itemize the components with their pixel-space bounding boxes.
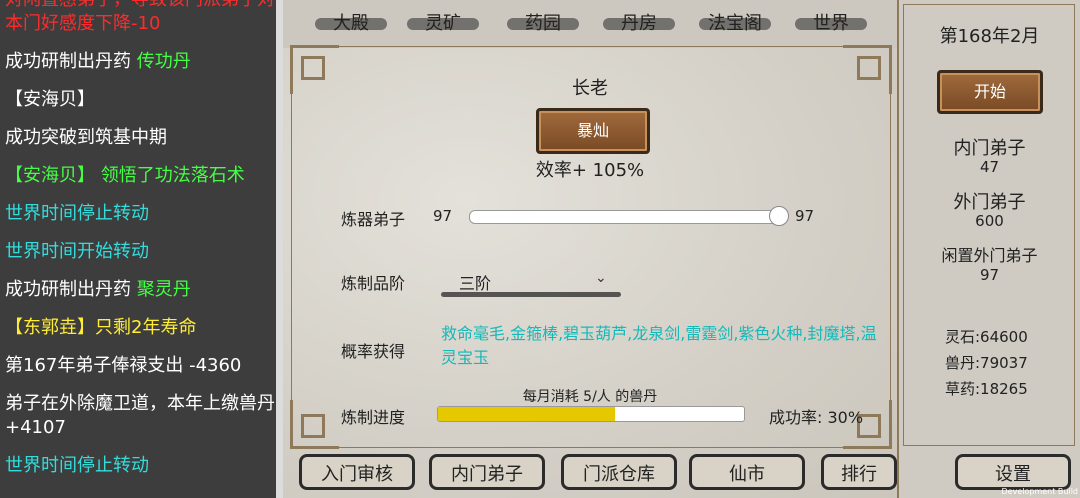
prob-label: 概率获得 <box>341 342 406 361</box>
grade-dropdown[interactable]: 三阶 ⌄ <box>441 268 621 297</box>
success-rate: 成功率: 30% <box>769 408 864 427</box>
log-entry: 成功突破到筑基中期 <box>5 126 277 150</box>
bottom-nav: 入门审核 内门弟子 门派仓库 仙市 排行 <box>283 448 897 498</box>
crafter-slider[interactable] <box>469 210 783 224</box>
elder-button[interactable]: 暴灿 <box>536 108 650 154</box>
immortal-market-button[interactable]: 仙市 <box>689 454 805 490</box>
main-panel: 大殿 灵矿 药园 丹房 法宝阁 世界 长老 暴灿 效率+ 105% 炼器弟子 9… <box>283 0 897 498</box>
log-text: 成功研制出丹药 <box>5 279 137 300</box>
log-entry: 世界时间停止转动 <box>5 454 277 478</box>
log-entry: 弟子在外除魔卫道，本年上缴兽丹 +4107 <box>5 392 277 440</box>
log-text: 第167年弟子俸禄支出 -4360 <box>5 355 242 376</box>
tab-world[interactable]: 世界 <box>791 10 871 38</box>
brush-underline <box>441 292 621 297</box>
log-entry: 成功研制出丹药 聚灵丹 <box>5 278 277 302</box>
log-entry: 成功研制出丹药 传功丹 <box>5 50 277 74</box>
slider-handle[interactable] <box>769 206 789 226</box>
efficiency-text: 效率+ 105% <box>535 160 645 181</box>
progress-fill <box>438 407 616 421</box>
log-entry: 【安海贝】 <box>5 88 277 112</box>
sect-warehouse-button[interactable]: 门派仓库 <box>561 454 677 490</box>
status-panel: 第168年2月 开始 内门弟子 47 外门弟子 600 闲置外门弟子 97 灵石… <box>897 0 1080 498</box>
log-text: 世界时间停止转动 <box>5 455 149 476</box>
herb-count: 草药:18265 <box>945 380 1028 398</box>
monthly-cost: 每月消耗 5/人 的兽丹 <box>522 389 658 405</box>
tab-spirit-mine[interactable]: 灵矿 <box>403 10 483 38</box>
tab-bar: 大殿 灵矿 药园 丹房 法宝阁 世界 <box>283 0 897 48</box>
chevron-down-icon: ⌄ <box>595 270 607 286</box>
log-text: 【安海贝】 <box>5 89 95 110</box>
outer-disciples-count: 600 <box>975 212 1004 230</box>
log-entries: 对闲置感弟子，导致该门派弟子对本门好感度下降-10成功研制出丹药 传功丹【安海贝… <box>5 0 277 492</box>
log-text: 成功研制出丹药 <box>5 51 137 72</box>
log-entry: 【安海贝】 领悟了功法落石术 <box>5 164 277 188</box>
log-entry: 世界时间停止转动 <box>5 202 277 226</box>
crafter-max: 97 <box>795 207 815 225</box>
tab-alchemy-room[interactable]: 丹房 <box>599 10 679 38</box>
inner-disciples-count: 47 <box>979 158 1000 176</box>
outer-disciples-label: 外门弟子 <box>953 192 1026 213</box>
log-entry: 世界时间开始转动 <box>5 240 277 264</box>
elder-title: 长老 <box>572 78 608 99</box>
progress-bar <box>437 406 745 422</box>
tab-main-hall[interactable]: 大殿 <box>311 10 391 38</box>
inner-disciples-button[interactable]: 内门弟子 <box>429 454 545 490</box>
log-text: 传功丹 <box>136 51 191 72</box>
log-entry: 对闲置感弟子，导致该门派弟子对本门好感度下降-10 <box>5 0 277 36</box>
idle-disciples-label: 闲置外门弟子 <box>941 246 1038 265</box>
beast-pill: 兽丹:79037 <box>945 354 1028 372</box>
log-text: 【安海贝】 领悟了功法落石术 <box>5 165 245 186</box>
log-entry: 第167年弟子俸禄支出 -4360 <box>5 354 277 378</box>
log-text: 对闲置感弟子，导致该门派弟子对本门好感度下降-10 <box>5 0 275 34</box>
inner-disciples-label: 内门弟子 <box>953 138 1026 159</box>
frame-corner <box>290 400 339 449</box>
admission-review-button[interactable]: 入门审核 <box>299 454 415 490</box>
log-scrollbar[interactable] <box>276 0 283 498</box>
ranking-button[interactable]: 排行 <box>821 454 897 490</box>
game-date: 第168年2月 <box>939 26 1040 47</box>
tab-herb-garden[interactable]: 药园 <box>503 10 583 38</box>
settings-button[interactable]: 设置 <box>955 454 1071 490</box>
crafter-label: 炼器弟子 <box>341 210 406 229</box>
log-text: 世界时间开始转动 <box>5 241 149 262</box>
event-log[interactable]: 对闲置感弟子，导致该门派弟子对本门好感度下降-10成功研制出丹药 传功丹【安海贝… <box>0 0 283 498</box>
tab-treasure-pavilion[interactable]: 法宝阁 <box>695 10 775 38</box>
start-button[interactable]: 开始 <box>937 70 1043 114</box>
grade-label: 炼制品阶 <box>341 274 406 293</box>
log-text: 【东郭垚】只剩2年寿命 <box>5 317 197 338</box>
idle-disciples-count: 97 <box>979 266 1000 284</box>
log-text: 成功突破到筑基中期 <box>5 127 167 148</box>
log-text: 世界时间停止转动 <box>5 203 149 224</box>
progress-label: 炼制进度 <box>341 408 406 427</box>
log-entry: 【东郭垚】只剩2年寿命 <box>5 316 277 340</box>
crafter-min: 97 <box>433 207 453 225</box>
log-text: 聚灵丹 <box>136 279 191 300</box>
grade-value: 三阶 <box>459 274 492 293</box>
spirit-stone: 灵石:64600 <box>945 328 1028 346</box>
log-text: 弟子在外除魔卫道，本年上缴兽丹 +4107 <box>5 393 275 438</box>
dev-build-label: Development Build <box>1001 487 1078 496</box>
prob-items: 救命毫毛,金箍棒,碧玉葫芦,龙泉剑,雷霆剑,紫色火种,封魔塔,温灵宝玉 <box>441 324 877 367</box>
